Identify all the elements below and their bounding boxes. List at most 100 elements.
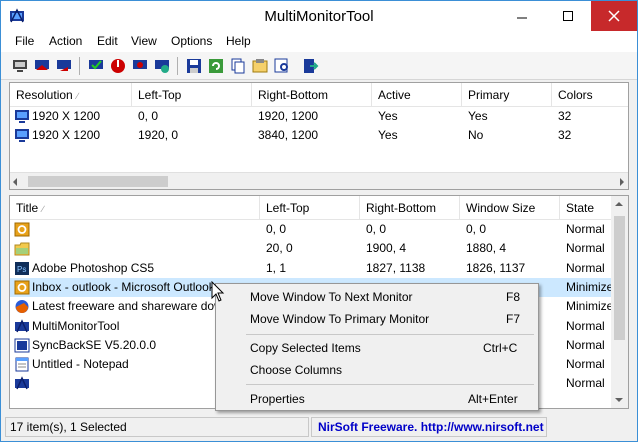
table-row[interactable]: 20, 0 1900, 4 1880, 4 Normal — [10, 239, 611, 258]
col-right-bottom[interactable]: Right-Bottom — [252, 83, 372, 107]
col-left-top[interactable]: Left-Top — [132, 83, 252, 107]
ctx-move-next-monitor[interactable]: Move Window To Next Monitor F8 — [216, 286, 538, 308]
col-right-bottom[interactable]: Right-Bottom — [360, 196, 460, 220]
cell-state: Normal — [566, 318, 605, 333]
close-icon — [608, 10, 620, 22]
close-button[interactable] — [591, 1, 637, 31]
scroll-up-icon[interactable] — [615, 202, 623, 206]
minimize-button[interactable] — [499, 1, 545, 31]
col-label: Resolution — [16, 88, 73, 102]
cell-right-bottom: 1920, 1200 — [258, 109, 319, 123]
turn-off-monitor-icon[interactable] — [109, 57, 127, 75]
cell-colors: 32 — [558, 109, 572, 123]
cell-right-bottom: 0, 0 — [366, 222, 387, 236]
monitors-header: Resolution ∕ Left-Top Right-Bottom Active… — [10, 83, 628, 107]
maximize-button[interactable] — [545, 1, 591, 31]
scroll-thumb[interactable] — [614, 216, 625, 340]
cell-state: Normal — [566, 357, 605, 372]
enable-monitor-icon[interactable] — [33, 57, 51, 75]
menu-help[interactable]: Help — [226, 34, 251, 48]
outlook-icon — [14, 222, 30, 237]
col-primary[interactable]: Primary — [462, 83, 552, 107]
ctx-move-primary-monitor[interactable]: Move Window To Primary Monitor F7 — [216, 308, 538, 330]
menu-options[interactable]: Options — [171, 34, 212, 48]
menu-file[interactable]: File — [15, 34, 34, 48]
cell-resolution: 1920 X 1200 — [32, 128, 101, 142]
cell-resolution: 1920 X 1200 — [32, 109, 101, 123]
scroll-down-icon[interactable] — [615, 398, 623, 402]
title-bar[interactable]: MultiMonitorTool — [1, 1, 637, 32]
copy-icon[interactable] — [229, 57, 247, 75]
minimize-icon — [517, 17, 527, 19]
scroll-left-icon[interactable] — [13, 178, 17, 186]
cell-state: Minimize — [566, 279, 611, 294]
sort-icon: ∕ — [76, 91, 79, 101]
table-row[interactable]: 0, 0 0, 0 0, 0 Normal — [10, 220, 611, 239]
cell-state: Normal — [566, 337, 605, 352]
ctx-choose-columns[interactable]: Choose Columns — [216, 359, 538, 381]
cell-window-size: 1880, 4 — [466, 241, 507, 256]
cell-state: Normal — [566, 260, 605, 275]
syncback-icon — [14, 338, 30, 353]
ctx-label: Copy Selected Items — [250, 341, 361, 355]
find-icon[interactable] — [273, 57, 291, 75]
menu-separator — [246, 384, 534, 385]
cell-primary: No — [468, 128, 484, 142]
col-window-size[interactable]: Window Size — [460, 196, 560, 220]
cell-state: Normal — [566, 376, 605, 391]
ctx-label: Choose Columns — [250, 363, 343, 377]
cell-left-top: 1, 1 — [266, 260, 287, 275]
menu-action[interactable]: Action — [49, 34, 82, 48]
cell-left-top: 1920, 0 — [138, 128, 179, 142]
cell-right-bottom: 1827, 1138 — [366, 260, 426, 275]
firefox-icon — [15, 300, 29, 314]
cell-active: Yes — [378, 109, 398, 123]
monitor-globe-icon[interactable] — [153, 57, 171, 75]
col-state[interactable]: State — [560, 196, 613, 220]
col-colors[interactable]: Colors — [552, 83, 628, 107]
vertical-scrollbar[interactable] — [611, 196, 628, 408]
cell-primary: Yes — [468, 109, 488, 123]
monitor-settings-icon[interactable] — [131, 57, 149, 75]
scroll-right-icon[interactable] — [620, 178, 624, 186]
folder-icon — [14, 242, 30, 256]
disable-monitor-icon[interactable] — [11, 57, 29, 75]
ctx-label: Move Window To Next Monitor — [250, 290, 413, 304]
col-left-top[interactable]: Left-Top — [260, 196, 360, 220]
cell-left-top: 20, 0 — [266, 241, 293, 256]
scroll-thumb[interactable] — [28, 176, 168, 187]
cell-state: Normal — [566, 222, 605, 236]
cell-state: Minimize — [566, 299, 611, 314]
horizontal-scrollbar[interactable] — [10, 172, 628, 189]
cell-left-top: 0, 0 — [266, 222, 287, 236]
table-row[interactable]: Ps Adobe Photoshop CS5 1, 1 1827, 1138 1826,… — [10, 259, 611, 278]
col-title[interactable]: Title ∕ — [10, 196, 260, 220]
ctx-properties[interactable]: Properties Alt+Enter — [216, 388, 538, 410]
ctx-copy-selected[interactable]: Copy Selected Items Ctrl+C — [216, 337, 538, 359]
col-resolution[interactable]: Resolution ∕ — [10, 83, 132, 107]
properties-icon[interactable] — [251, 57, 269, 75]
cell-active: Yes — [378, 128, 398, 142]
multimonitor-icon — [15, 318, 29, 332]
table-row[interactable]: 1920 X 1200 1920, 0 3840, 1200 Yes No 32 — [10, 126, 628, 145]
monitors-list[interactable]: Resolution ∕ Left-Top Right-Bottom Active… — [9, 82, 629, 190]
menu-view[interactable]: View — [131, 34, 157, 48]
status-bar: 17 item(s), 1 Selected NirSoft Freeware.… — [1, 413, 637, 441]
switch-monitor-icon[interactable] — [55, 57, 73, 75]
nirsoft-link[interactable]: NirSoft Freeware. http://www.nirsoft.net — [311, 417, 547, 437]
col-label: Title — [16, 201, 39, 215]
cell-left-top: 0, 0 — [138, 109, 159, 123]
exit-icon[interactable] — [301, 57, 319, 75]
context-menu: Move Window To Next Monitor F8 Move Wind… — [215, 283, 539, 411]
refresh-icon[interactable] — [207, 57, 225, 75]
menu-edit[interactable]: Edit — [97, 34, 118, 48]
save-icon[interactable] — [185, 57, 203, 75]
toolbar-separator — [79, 57, 80, 75]
ctx-shortcut: Ctrl+C — [483, 341, 518, 355]
col-active[interactable]: Active — [372, 83, 462, 107]
status-count: 17 item(s), 1 Selected — [5, 417, 309, 437]
menu-bar: File Action Edit View Options Help — [1, 32, 637, 52]
monitor-icon — [15, 110, 29, 123]
set-primary-icon[interactable] — [87, 57, 105, 75]
table-row[interactable]: 1920 X 1200 0, 0 1920, 1200 Yes Yes 32 — [10, 107, 628, 126]
